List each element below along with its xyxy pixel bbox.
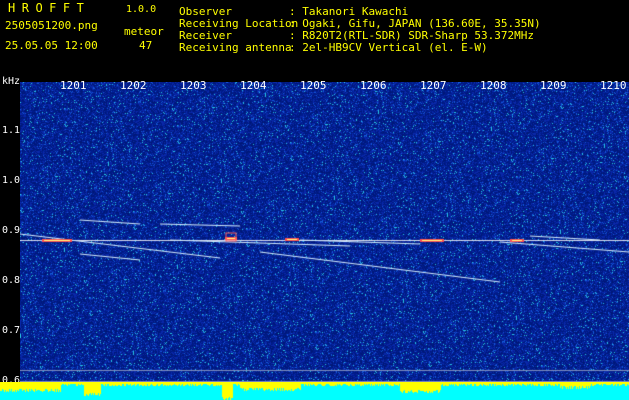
x-tick-label: 1203 bbox=[180, 79, 207, 92]
y-tick-label: 0.7 bbox=[2, 325, 21, 336]
x-tick-label: 1209 bbox=[540, 79, 567, 92]
meteor-count: 47 bbox=[139, 39, 153, 52]
filename-label: 2505051200.png bbox=[5, 19, 98, 32]
x-tick-label: 1210 bbox=[600, 79, 627, 92]
info-value-antenna: : 2el-HB9CV Vertical (el. E-W) bbox=[289, 41, 488, 54]
x-tick-label: 1207 bbox=[420, 79, 447, 92]
y-axis-unit: kHz bbox=[2, 76, 21, 87]
y-tick-label: 1.1 bbox=[2, 125, 21, 136]
meteor-activity-bar bbox=[0, 382, 629, 400]
meteor-label: meteor bbox=[124, 25, 164, 38]
x-tick-label: 1201 bbox=[60, 79, 87, 92]
x-tick-label: 1206 bbox=[360, 79, 387, 92]
app-brand: HROFFT bbox=[8, 1, 91, 15]
y-tick-label: 1.0 bbox=[2, 175, 21, 186]
y-tick-label: 0.9 bbox=[2, 225, 21, 236]
x-tick-label: 1202 bbox=[120, 79, 147, 92]
x-tick-label: 1204 bbox=[240, 79, 267, 92]
x-tick-label: 1208 bbox=[480, 79, 507, 92]
x-tick-label: 1205 bbox=[300, 79, 327, 92]
header-panel: HROFFT 1.0.0 2505051200.png 25.05.05 12:… bbox=[0, 0, 629, 72]
info-key-antenna: Receiving antenna bbox=[179, 41, 292, 54]
app-version: 1.0.0 bbox=[126, 4, 157, 15]
waterfall-spectrogram bbox=[20, 82, 629, 382]
y-tick-label: 0.8 bbox=[2, 275, 21, 286]
datetime-label: 25.05.05 12:00 bbox=[5, 39, 98, 52]
